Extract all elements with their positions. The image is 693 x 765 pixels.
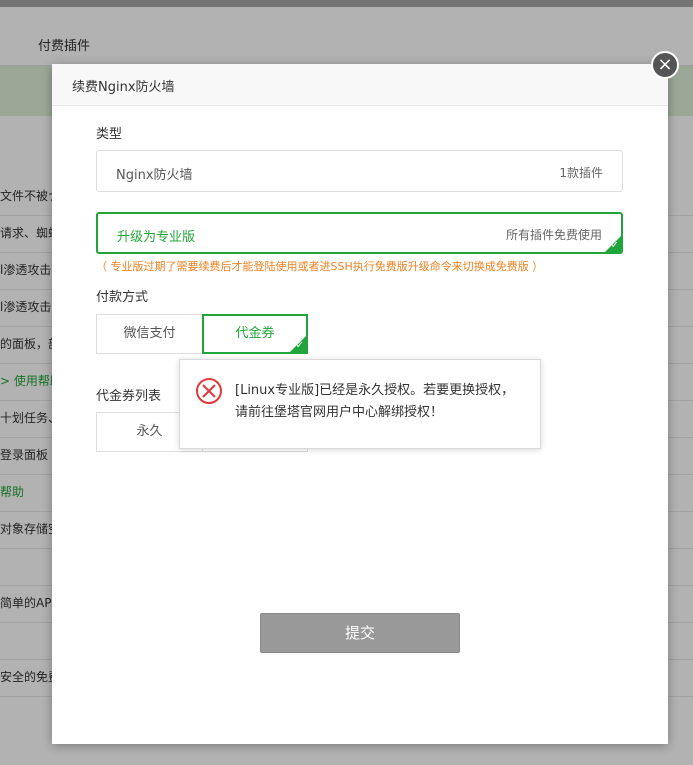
upgrade-option-desc: 所有插件免费使用: [505, 228, 602, 242]
error-x-icon: [196, 378, 222, 404]
type-option-nginx[interactable]: Nginx防火墙 1款插件: [96, 150, 623, 192]
dialog-title: 续费Nginx防火墙: [72, 80, 175, 95]
type-option-name: Nginx防火墙: [116, 168, 193, 183]
payment-wechat[interactable]: 微信支付: [96, 314, 203, 354]
error-message-popup: [Linux专业版]已经是永久授权。若要更换授权，请前往堡塔官网用户中心解绑授权…: [179, 359, 541, 449]
payment-coupon[interactable]: 代金券 ✓: [202, 314, 308, 354]
check-icon: ✓: [295, 340, 304, 351]
dialog-header: 续费Nginx防火墙: [52, 64, 668, 106]
payment-label: 付款方式: [96, 290, 149, 305]
coupon-list-label: 代金券列表: [96, 389, 162, 404]
close-icon: ×: [657, 54, 673, 75]
type-option-count: 1款插件: [559, 166, 603, 180]
expiry-warning: （ 专业版过期了需要续费后才能登陆使用或者进SSH执行免费版升级命令来切换成免费…: [96, 260, 544, 273]
submit-button[interactable]: 提交: [260, 613, 460, 653]
error-message-text: [Linux专业版]已经是永久授权。若要更换授权，请前往堡塔官网用户中心解绑授权…: [235, 383, 515, 420]
x-mark: [202, 384, 216, 398]
upgrade-option-name: 升级为专业版: [117, 230, 196, 245]
payment-coupon-label: 代金券: [235, 326, 275, 341]
close-button[interactable]: ×: [651, 51, 679, 79]
type-label: 类型: [96, 127, 123, 142]
check-icon: ✓: [610, 240, 619, 251]
upgrade-pro-option[interactable]: 升级为专业版 所有插件免费使用 ✓: [96, 212, 623, 254]
